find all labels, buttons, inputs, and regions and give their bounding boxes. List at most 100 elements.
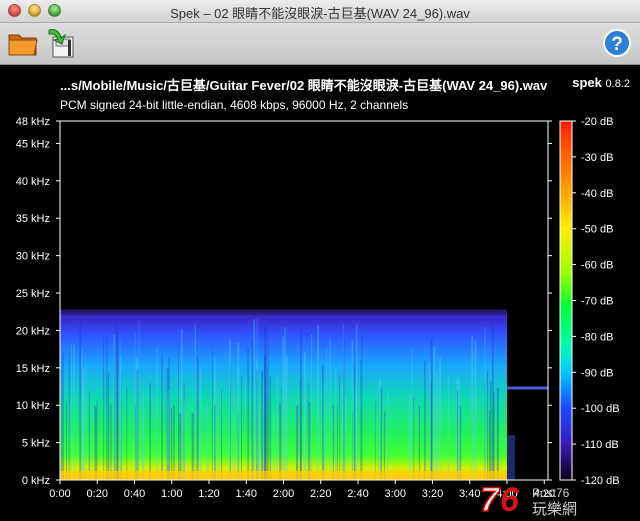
svg-text:6: 6 (500, 481, 520, 517)
spectrum-streak (82, 379, 84, 480)
y-tick-label: 15 kHz (16, 363, 50, 375)
spectrum-streak (424, 360, 426, 480)
spectrum-streak (214, 359, 217, 480)
spectrum-streak (126, 386, 128, 480)
spectrum-streak (138, 321, 140, 480)
spectrum-streak (135, 406, 137, 480)
spectrum-streak (489, 381, 492, 480)
spectrum-streak (191, 412, 194, 480)
spectrum-streak (474, 340, 477, 480)
colorbar-tick-label: -30 dB (581, 152, 613, 164)
spectrum-streak (149, 383, 151, 480)
spectrum-streak (167, 390, 170, 480)
spectrum-streak (107, 372, 110, 480)
spectrum-streak (110, 404, 112, 480)
svg-text:7: 7 (480, 481, 501, 517)
spectrum-ceiling (60, 309, 508, 318)
spectrum-streak (317, 324, 320, 480)
spectrum-streak (85, 365, 87, 480)
spectrum-streak (435, 374, 438, 480)
spectrum-streak (378, 379, 381, 480)
spectrum-streak (196, 355, 199, 480)
x-tick-label: 2:20 (310, 488, 331, 500)
spectrum-streak (418, 405, 421, 480)
spectrum-streak (94, 406, 97, 480)
spectrum-streak (113, 334, 116, 480)
spectrum-streak (68, 353, 70, 480)
spectrum-streak (457, 389, 459, 480)
spectrum-streak (88, 391, 90, 480)
colorbar-tick-label: -20 dB (581, 116, 613, 128)
watermark: 7 6 Post76 玩樂網 (480, 481, 577, 517)
y-tick-label: 45 kHz (16, 138, 50, 150)
y-tick-label: 35 kHz (16, 213, 50, 225)
spectrum-streak (73, 344, 75, 480)
y-tick-label: 10 kHz (16, 400, 50, 412)
spectrum-streak (299, 380, 302, 480)
spectrum-streak (96, 399, 98, 480)
spectrum-streak (81, 346, 83, 480)
spectrum-streak (79, 316, 82, 480)
spectrum-streak (170, 407, 173, 480)
spectrum-streak (253, 319, 255, 480)
y-tick-label: 5 kHz (22, 438, 50, 450)
spectrum-streak (119, 340, 121, 480)
spectrum-streak (374, 401, 376, 480)
spectrum-streak (307, 382, 309, 480)
spectrum-streak (433, 346, 436, 480)
colorbar-tick-label: -40 dB (581, 188, 613, 200)
spectrum-streak (310, 334, 313, 480)
spectrum-streak (276, 374, 278, 480)
spectrum-streak (338, 374, 340, 480)
spectrum-streak (266, 366, 268, 480)
watermark-subtext: 玩樂網 (532, 501, 577, 517)
spectrum-streak (354, 347, 356, 480)
spectrum-streak (322, 365, 324, 480)
spectrum-streak (492, 391, 495, 480)
spectrum-streak (247, 347, 249, 480)
spectrum-streak (161, 353, 163, 480)
spectrum-streak (459, 405, 462, 480)
spectrogram-chart: 0 kHz 5 kHz 10 kHz 15 kHz 20 kHz 25 kHz 30 kHz… (16, 116, 620, 500)
spectrum-streak (326, 346, 328, 480)
spectrum-streak (221, 390, 223, 480)
spectrum-streak (217, 406, 219, 480)
spectrum-streak (263, 325, 266, 480)
spectrum-streak (447, 376, 450, 480)
spectrum-streak (279, 402, 281, 480)
spectrum-streak (233, 383, 235, 480)
spectrum-streak (280, 386, 282, 480)
x-tick-label: 3:20 (422, 488, 443, 500)
spectrum-streak (103, 335, 105, 480)
spectrum-streak (282, 336, 285, 480)
y-tick-label: 0 kHz (22, 475, 50, 487)
spectrum-streak (384, 411, 386, 480)
spectrum-streak (484, 383, 486, 480)
x-tick-label: 1:00 (161, 488, 182, 500)
x-tick-label: 0:20 (87, 488, 108, 500)
y-tick-label: 48 kHz (16, 116, 50, 128)
spectrum-streak (183, 401, 186, 480)
y-tick-label: 40 kHz (16, 176, 50, 188)
spek-window: Spek – 02 眼睛不能沒眼淚-古巨基(WAV 24_96).wav ? .… (0, 0, 640, 521)
spectrum-streak (344, 395, 347, 480)
spectrum-streak (206, 406, 208, 480)
spectrum-streak (285, 356, 288, 480)
spectrum-streak (471, 336, 473, 480)
spectrum-streak (353, 364, 355, 480)
spectrum-streak (387, 391, 389, 480)
spectrum-streak (430, 339, 433, 480)
plot-area (60, 121, 548, 480)
colorbar-tick-label: -70 dB (581, 296, 613, 308)
spectrum-streak (194, 324, 196, 480)
x-tick-label: 3:40 (459, 488, 480, 500)
spectrum-streak (156, 346, 158, 480)
spectrum-streak (284, 327, 286, 480)
y-tick-label: 20 kHz (16, 325, 50, 337)
x-tick-label: 2:40 (347, 488, 368, 500)
spectrum-streak (258, 412, 260, 480)
colorbar: -20 dB -30 dB -40 dB -50 dB -60 dB -70 dB -80 … (559, 116, 620, 487)
spectrum-streak (335, 368, 337, 480)
spectrum-streak (261, 370, 264, 480)
spectrum-streak (486, 370, 489, 480)
